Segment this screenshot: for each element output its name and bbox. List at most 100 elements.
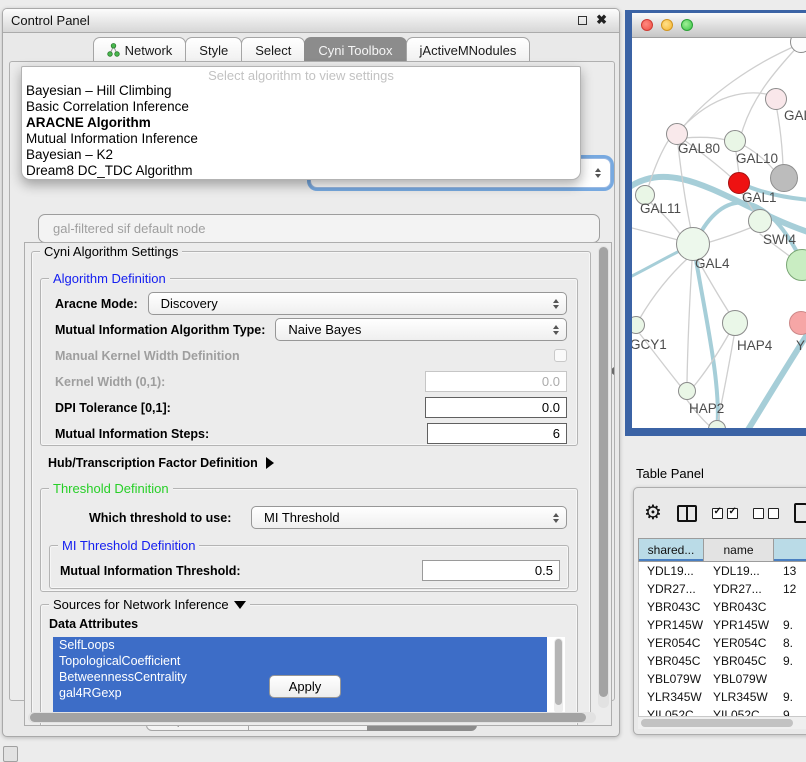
hub-section-label: Hub/Transcription Factor Definition <box>48 456 258 470</box>
algorithm-option-aracne-algorithm[interactable]: ARACNE Algorithm <box>22 115 580 131</box>
minimize-traffic-light-icon[interactable] <box>661 19 673 31</box>
network-edge <box>684 137 726 140</box>
collapse-arrow-icon[interactable] <box>234 601 246 609</box>
settings-horizontal-scrollbar-thumb[interactable] <box>30 713 586 722</box>
document-icon[interactable] <box>794 503 806 523</box>
network-window-titlebar[interactable] <box>632 13 806 38</box>
manual-kernel-width-checkbox[interactable] <box>554 349 567 362</box>
zoom-traffic-light-icon[interactable] <box>681 19 693 31</box>
network-node-hap2[interactable] <box>678 382 696 400</box>
select-unchecked-icon[interactable] <box>753 508 779 519</box>
table-row[interactable]: YBR045CYBR045C9. <box>639 652 806 670</box>
table-row[interactable]: YBR043CYBR043C <box>639 598 806 616</box>
mi-threshold-field[interactable] <box>422 560 560 581</box>
sources-for-network-inference-group: Sources for Network Inference Data Attri… <box>40 604 578 726</box>
group-title: Sources for Network Inference <box>49 597 250 612</box>
control-panel-titlebar: Control Panel <box>3 9 619 33</box>
which-threshold-combobox[interactable]: MI Threshold <box>251 506 567 529</box>
column-header-name[interactable]: name <box>704 538 774 562</box>
group-title: Threshold Definition <box>49 481 173 496</box>
network-selection-value: gal-filtered sif default node <box>53 221 205 236</box>
table-cell: 8. <box>775 636 806 650</box>
table-toolbar <box>644 498 806 528</box>
close-traffic-light-icon[interactable] <box>641 19 653 31</box>
table-cell: YLR345W <box>639 690 705 704</box>
table-row[interactable]: YIL052CYIL052C9 <box>639 706 806 716</box>
list-scrollbar-thumb[interactable] <box>555 639 562 705</box>
algorithm-option-bayesian-hill-climbing[interactable]: Bayesian – Hill Climbing <box>22 83 580 99</box>
algorithm-option-dream8-dc-tdc-algorithm[interactable]: Dream8 DC_TDC Algorithm <box>22 163 580 179</box>
mi-algorithm-type-combobox[interactable]: Naive Bayes <box>275 318 567 341</box>
expand-arrow-icon[interactable] <box>266 457 274 469</box>
tab-label: Select <box>255 43 291 58</box>
table-cell: YLR345W <box>705 690 775 704</box>
close-icon[interactable] <box>596 12 607 28</box>
tab-style[interactable]: Style <box>185 37 242 62</box>
network-node-hap4[interactable] <box>722 310 748 336</box>
table-row[interactable]: YDL19...YDL19...13 <box>639 562 806 580</box>
algorithm-dropdown-items: Bayesian – Hill ClimbingBasic Correlatio… <box>22 83 580 179</box>
table-row[interactable]: YPR145WYPR145W9. <box>639 616 806 634</box>
algorithm-option-basic-correlation-inference[interactable]: Basic Correlation Inference <box>22 99 580 115</box>
table-cell: 9. <box>775 654 806 668</box>
network-view-window: GALGAL80GAL10GAL11GAL1SWI4GAL4GCY1HAP4YH… <box>625 10 806 436</box>
aracne-mode-combobox[interactable]: Discovery <box>148 292 567 315</box>
table-cell: YDL19... <box>705 564 775 578</box>
network-node-y[interactable] <box>789 311 806 335</box>
table-body: YDL19...YDL19...13YDR27...YDR27...12YBR0… <box>638 562 806 716</box>
network-icon <box>107 43 120 57</box>
tab-cyni-toolbox[interactable]: Cyni Toolbox <box>304 37 406 62</box>
network-canvas[interactable]: GALGAL80GAL10GAL11GAL1SWI4GAL4GCY1HAP4YH… <box>632 38 806 428</box>
dpi-tolerance-field[interactable] <box>425 397 567 418</box>
settings-vertical-scrollbar-thumb[interactable] <box>599 247 608 697</box>
tab-select[interactable]: Select <box>241 37 305 62</box>
table-cell: YDR27... <box>639 582 705 596</box>
network-node-gal1[interactable] <box>748 209 772 233</box>
settings-horizontal-scrollbar[interactable] <box>28 712 596 723</box>
threshold-definition-group: Threshold Definition Which threshold to … <box>40 488 578 592</box>
data-attribute-selfloops[interactable]: SelfLoops <box>53 637 547 653</box>
dpi-tolerance-label: DPI Tolerance [0,1]: <box>55 401 171 415</box>
network-selection-combobox[interactable]: gal-filtered sif default node <box>38 214 600 243</box>
algorithm-option-bayesian-k2[interactable]: Bayesian – K2 <box>22 147 580 163</box>
table-row[interactable]: YBL079WYBL079W <box>639 670 806 688</box>
apply-button[interactable]: Apply <box>269 675 341 698</box>
column-header-attr[interactable] <box>774 538 806 562</box>
table-row[interactable]: YER054CYER054C8. <box>639 634 806 652</box>
data-attribute-topologicalcoefficient[interactable]: TopologicalCoefficient <box>53 653 547 669</box>
mi-algorithm-type-label: Mutual Information Algorithm Type: <box>55 323 265 337</box>
table-header: shared...name <box>638 538 806 562</box>
tab-network[interactable]: Network <box>93 37 187 62</box>
table-cell: YBR045C <box>639 654 705 668</box>
hub-transcription-factor-section[interactable]: Hub/Transcription Factor Definition <box>48 456 274 470</box>
mi-threshold-label: Mutual Information Threshold: <box>60 564 241 578</box>
select-checked-icon[interactable] <box>712 508 738 519</box>
mi-steps-label: Mutual Information Steps: <box>55 427 209 441</box>
tab-jactivemnodules[interactable]: jActiveMNodules <box>406 37 531 62</box>
collapsed-panel-icon[interactable] <box>3 746 18 762</box>
split-columns-icon[interactable] <box>677 505 697 522</box>
gear-icon[interactable] <box>644 503 662 524</box>
float-window-icon[interactable] <box>578 16 587 25</box>
network-edge <box>710 228 750 242</box>
network-node[interactable] <box>770 164 798 192</box>
tab-label: Style <box>199 43 228 58</box>
network-node-gal10[interactable] <box>724 130 746 152</box>
table-horizontal-scrollbar[interactable] <box>638 716 806 729</box>
table-cell: YBR043C <box>639 600 705 614</box>
list-scrollbar[interactable] <box>554 638 563 714</box>
mi-steps-field[interactable] <box>427 423 567 444</box>
mi-threshold-definition-group: MI Threshold Definition Mutual Informati… <box>49 545 569 589</box>
algorithm-option-mutual-information-inference[interactable]: Mutual Information Inference <box>22 131 580 147</box>
network-node-gal[interactable] <box>765 88 787 110</box>
aracne-mode-value: Discovery <box>161 296 553 311</box>
kernel-width-field[interactable] <box>425 371 567 392</box>
table-horizontal-scrollbar-thumb[interactable] <box>641 719 793 727</box>
panel-title: Control Panel <box>3 13 90 28</box>
table-cell: YPR145W <box>639 618 705 632</box>
table-row[interactable]: YDR27...YDR27...12 <box>639 580 806 598</box>
node-label: GAL1 <box>742 190 777 205</box>
column-header-shared[interactable]: shared... <box>638 538 704 562</box>
settings-vertical-scrollbar[interactable] <box>598 246 609 708</box>
table-row[interactable]: YLR345WYLR345W9. <box>639 688 806 706</box>
